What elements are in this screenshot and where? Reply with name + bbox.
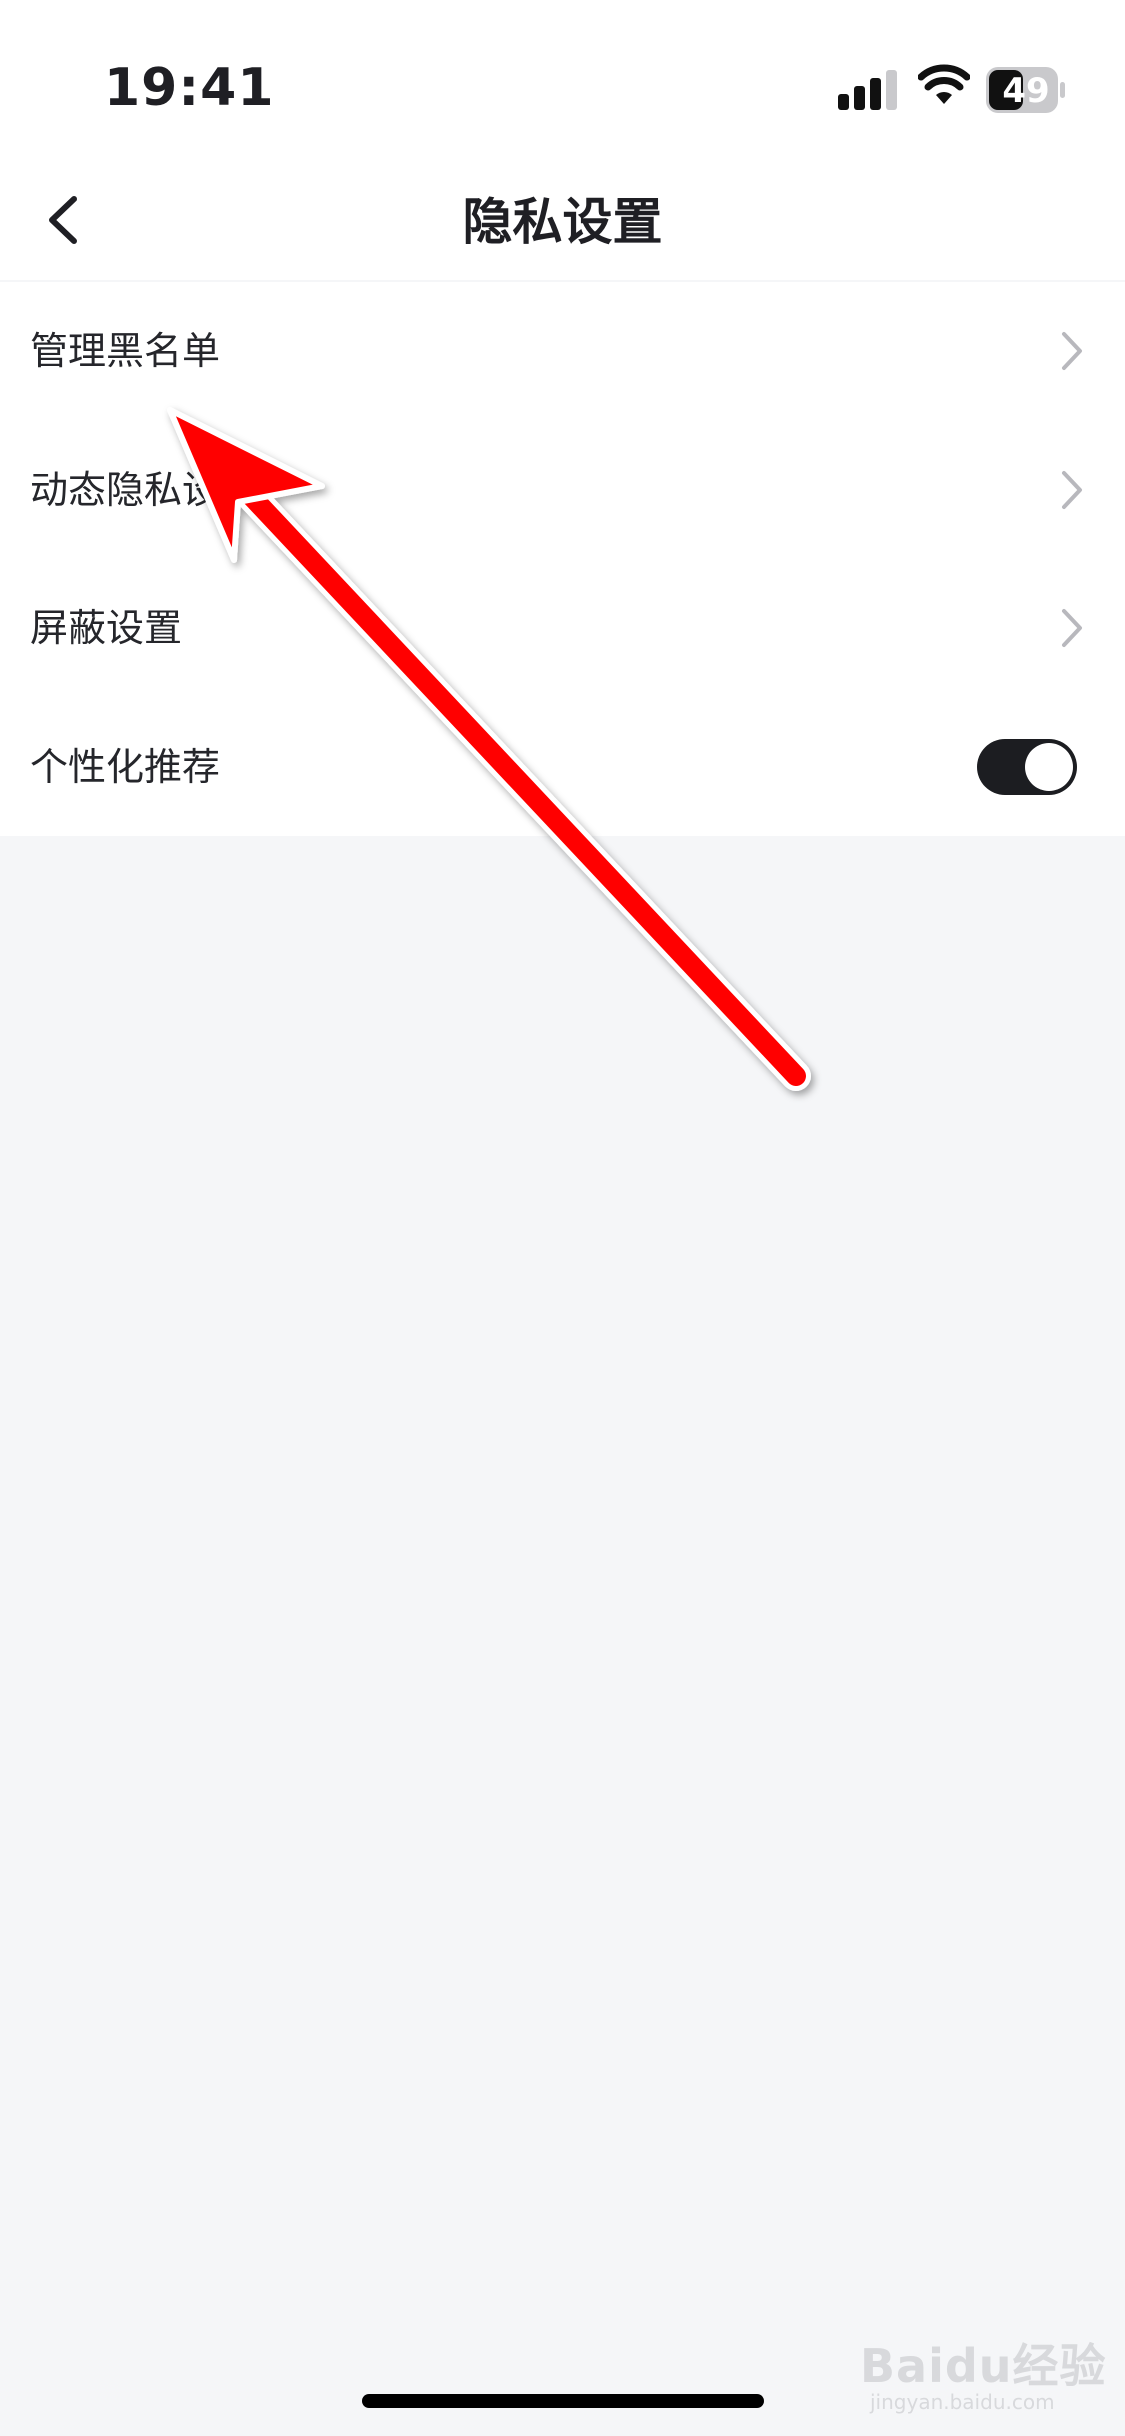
personalized-recommendation-toggle[interactable] xyxy=(977,738,1077,795)
setting-label-block: 屏蔽设置 xyxy=(30,606,183,650)
status-bar: 19:41 49 xyxy=(0,0,1125,165)
battery-level: 49 xyxy=(1002,71,1050,111)
page-title: 隐私设置 xyxy=(462,193,663,251)
watermark: Baidu经验 xyxy=(860,2339,1107,2393)
setting-row-moments-privacy[interactable]: 动态隐私设置 xyxy=(0,421,1125,560)
settings-list: 管理黑名单 动态隐私设置 屏蔽设置 个性化推荐 xyxy=(0,282,1125,836)
navigation-bar: 隐私设置 xyxy=(0,165,1125,280)
wifi-icon xyxy=(918,64,970,104)
chevron-right-icon xyxy=(1062,470,1082,509)
setting-label-moments-privacy: 动态隐私设置 xyxy=(30,467,259,512)
setting-row-personalized: 个性化推荐 xyxy=(0,698,1125,837)
setting-label-blacklist: 管理黑名单 xyxy=(30,329,221,373)
toggle-knob xyxy=(1025,742,1073,791)
chevron-right-icon xyxy=(1062,609,1082,648)
status-time: 19:41 xyxy=(104,58,275,118)
setting-label-personalized: 个性化推荐 xyxy=(30,744,221,789)
home-indicator[interactable] xyxy=(362,2394,764,2408)
setting-row-blacklist[interactable]: 管理黑名单 xyxy=(0,282,1125,421)
chevron-right-icon xyxy=(1062,332,1082,371)
signal-icon xyxy=(838,70,897,110)
watermark-url: jingyan.baidu.com xyxy=(870,2390,1055,2414)
setting-row-block[interactable]: 屏蔽设置 xyxy=(0,559,1125,698)
